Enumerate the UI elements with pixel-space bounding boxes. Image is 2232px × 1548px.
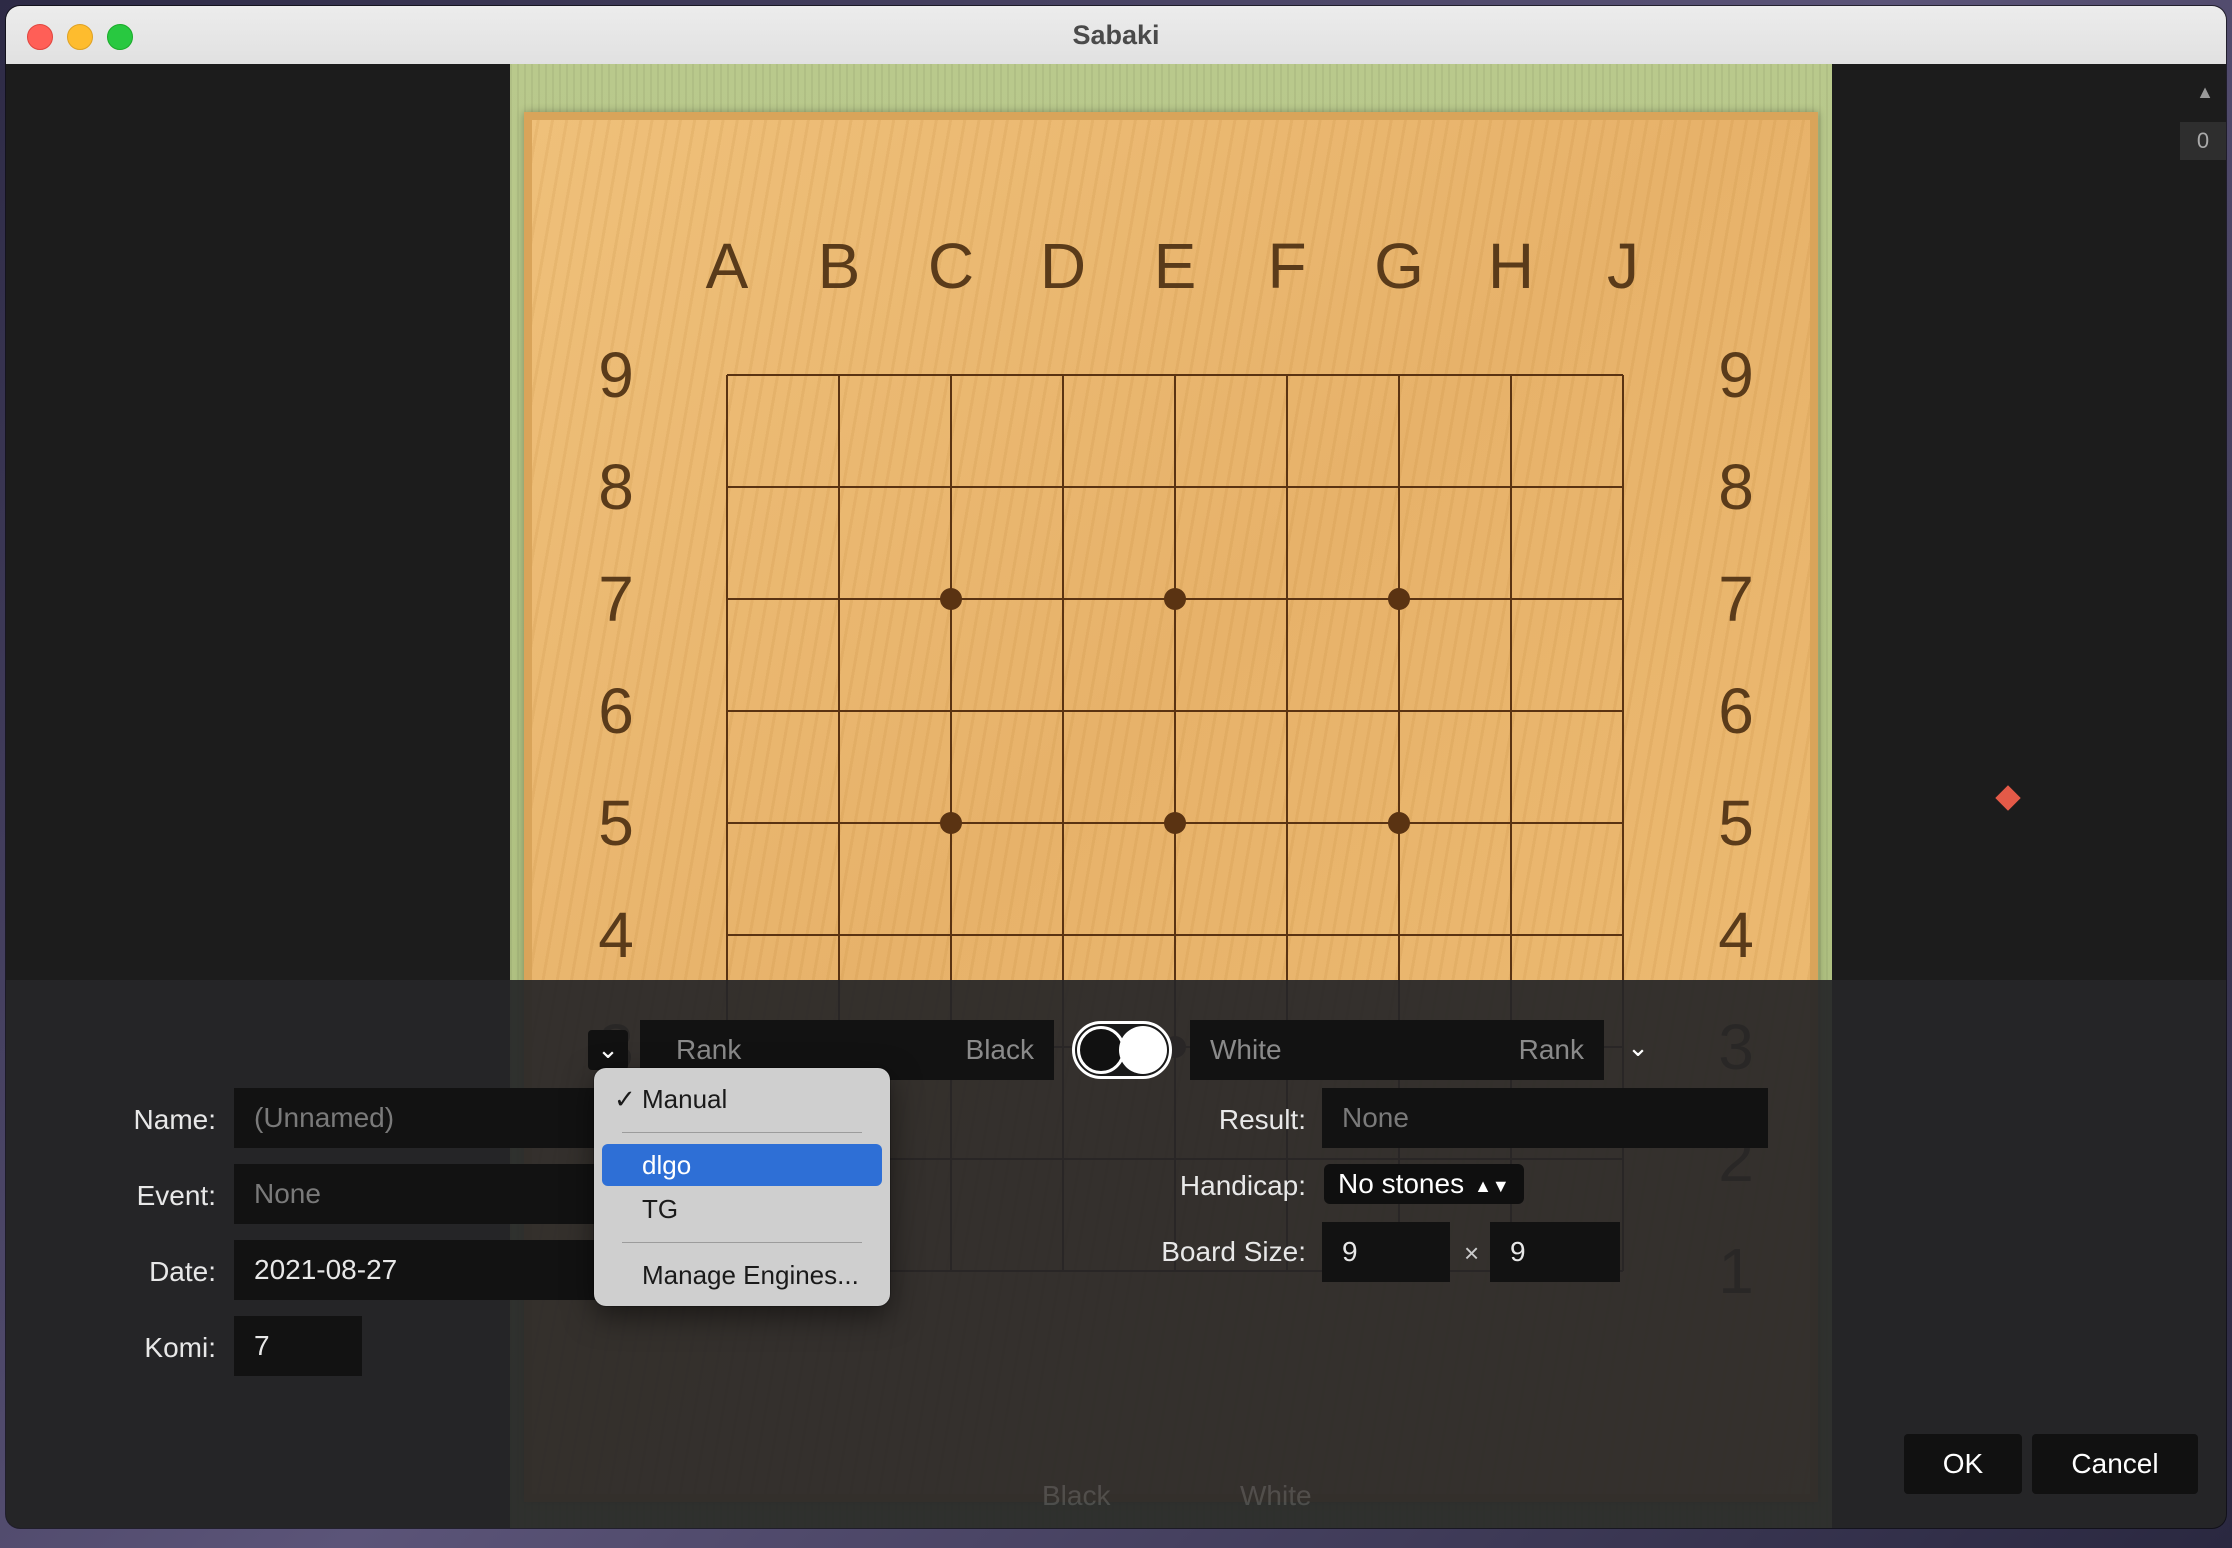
board-size-label: Board Size: [1161, 1236, 1306, 1267]
white-engine-dropdown-chevron-icon[interactable]: ⌄ [1618, 1028, 1658, 1068]
diamond-marker-icon [1995, 785, 2021, 811]
row-coordinate-label-left: 6 [598, 675, 634, 747]
menu-separator [622, 1242, 862, 1243]
row-coordinate-label-right: 6 [1718, 675, 1754, 747]
star-point [1388, 812, 1410, 834]
black-engine-dropdown-chevron-icon[interactable]: ⌄ [588, 1030, 628, 1070]
date-label: Date: [149, 1256, 216, 1287]
handicap-label: Handicap: [1179, 1170, 1306, 1201]
player-swap-toggle[interactable] [1072, 1021, 1172, 1079]
star-point [1164, 588, 1186, 610]
column-coordinate-label: F [1267, 230, 1307, 302]
name-label: Name: [133, 1104, 216, 1135]
black-name-placeholder[interactable]: Black [966, 1020, 1034, 1080]
event-label: Event: [136, 1180, 216, 1211]
white-rank-placeholder[interactable]: Rank [1519, 1020, 1584, 1080]
background-white-label: White [1240, 1480, 1312, 1511]
komi-input[interactable]: 7 [234, 1316, 362, 1376]
column-coordinate-label: D [1039, 230, 1087, 302]
white-name-placeholder[interactable]: White [1210, 1020, 1282, 1080]
menu-item-tg[interactable]: TG [602, 1188, 882, 1230]
menu-item-manual[interactable]: ✓ Manual [602, 1078, 882, 1120]
handicap-select[interactable]: No stones ▲▼ [1324, 1164, 1524, 1204]
menu-item-manage-engines[interactable]: Manage Engines... [602, 1254, 882, 1296]
scroll-up-arrow-icon[interactable]: ▲ [2196, 82, 2214, 103]
row-coordinate-label-right: 9 [1718, 339, 1754, 411]
row-coordinate-label-right: 7 [1718, 563, 1754, 635]
ok-button[interactable]: OK [1904, 1434, 2022, 1494]
column-coordinate-label: E [1153, 230, 1197, 302]
row-coordinate-label-left: 5 [598, 787, 634, 859]
times-symbol: × [1464, 1238, 1480, 1268]
engine-dropdown-menu: ✓ Manual dlgo TG Manage Engines... [594, 1068, 890, 1306]
white-player-field[interactable]: White Rank [1190, 1020, 1604, 1080]
app-window: Sabaki ABCDEFGHJ998877665544332211 ▲ 0 ⌄… [6, 6, 2226, 1528]
column-coordinate-label: B [817, 230, 861, 302]
star-point [940, 812, 962, 834]
select-updown-icon: ▲▼ [1474, 1175, 1510, 1196]
menu-separator [622, 1132, 862, 1133]
handicap-value[interactable]: No stones [1338, 1168, 1464, 1199]
row-coordinate-label-left: 4 [598, 899, 634, 971]
black-knob [1077, 1026, 1125, 1074]
column-coordinate-label: H [1487, 230, 1535, 302]
game-info-dialog: ⌄ Rank Black White Rank ⌄ Name: (Unnamed… [6, 980, 2226, 1528]
move-counter: 0 [2180, 122, 2226, 160]
checkmark-icon: ✓ [614, 1084, 636, 1114]
row-coordinate-label-left: 7 [598, 563, 634, 635]
star-point [1164, 812, 1186, 834]
row-coordinate-label-right: 4 [1718, 899, 1754, 971]
title-bar: Sabaki [6, 6, 2226, 65]
cancel-button[interactable]: Cancel [2032, 1434, 2198, 1494]
column-coordinate-label: A [705, 230, 749, 302]
white-knob [1119, 1026, 1167, 1074]
column-coordinate-label: J [1607, 230, 1639, 302]
column-coordinate-label: G [1374, 230, 1424, 302]
result-label: Result: [1218, 1104, 1306, 1135]
komi-label: Komi: [144, 1332, 216, 1363]
row-coordinate-label-right: 8 [1718, 451, 1754, 523]
result-input[interactable]: None [1322, 1088, 1768, 1148]
column-coordinate-label: C [927, 230, 975, 302]
row-coordinate-label-right: 5 [1718, 787, 1754, 859]
board-height-input[interactable]: 9 [1490, 1222, 1620, 1282]
menu-item-dlgo[interactable]: dlgo [602, 1144, 882, 1186]
star-point [940, 588, 962, 610]
background-black-label: Black [1042, 1480, 1111, 1511]
row-coordinate-label-left: 9 [598, 339, 634, 411]
board-width-input[interactable]: 9 [1322, 1222, 1450, 1282]
row-coordinate-label-left: 8 [598, 451, 634, 523]
window-title: Sabaki [1072, 20, 1160, 50]
star-point [1388, 588, 1410, 610]
